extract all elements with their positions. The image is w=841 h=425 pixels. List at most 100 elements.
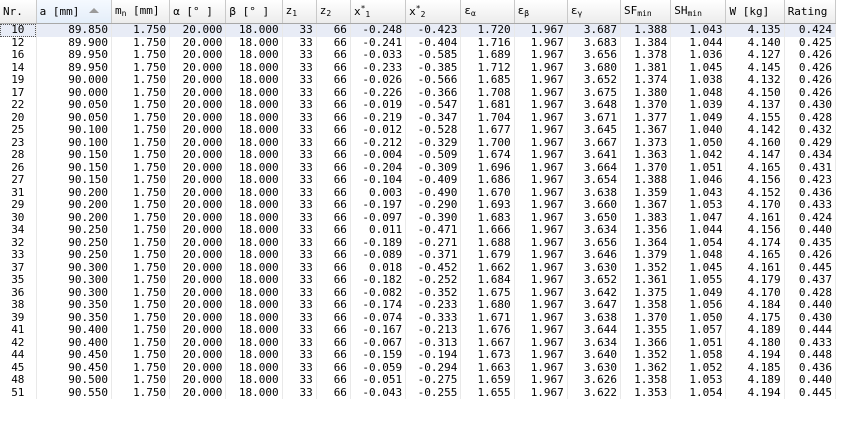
cell-x1: -0.074 [350,311,407,324]
cell-ea: 1.693 [460,199,515,212]
table-row[interactable]: 25 90.100 1.750 20.000 18.000 33 66 -0.012 -0.52… [0,124,837,137]
column-header-mn[interactable]: mn [mm] [111,0,171,24]
table-row[interactable]: 27 90.150 1.750 20.000 18.000 33 66 -0.104 -0.40… [0,174,837,187]
cell-rating: 0.431 [784,161,837,174]
table-row[interactable]: 12 89.900 1.750 20.000 18.000 33 66 -0.241 -0.40… [0,36,837,49]
column-header-z1[interactable]: z1 [282,0,317,24]
cell-z1: 33 [282,361,317,374]
cell-mn: 1.750 [111,361,171,374]
column-header-beta[interactable]: β [° ] [225,0,283,24]
table-row[interactable]: 29 90.200 1.750 20.000 18.000 33 66 -0.197 -0.29… [0,199,837,212]
cell-z1: 33 [282,274,317,287]
table-row[interactable]: 38 90.350 1.750 20.000 18.000 33 66 -0.174 -0.23… [0,299,837,312]
table-row[interactable]: 26 90.150 1.750 20.000 18.000 33 66 -0.204 -0.30… [0,161,837,174]
cell-sfmin: 1.366 [620,336,672,349]
cell-rating: 0.426 [784,86,837,99]
cell-shmin: 1.050 [670,136,727,149]
column-header-sfmin[interactable]: SFmin [620,0,672,24]
column-header-eg[interactable]: εγ [567,0,622,24]
cell-x1: -0.159 [350,349,407,362]
cell-x2: -0.329 [405,136,462,149]
table-row[interactable]: 37 90.300 1.750 20.000 18.000 33 66 0.018 -0.452… [0,261,837,274]
table-row[interactable]: 16 89.950 1.750 20.000 18.000 33 66 -0.033 -0.58… [0,49,837,62]
column-header-nr[interactable]: Nr. [0,0,37,24]
cell-x2: -0.233 [405,299,462,312]
cell-ea: 1.675 [460,286,515,299]
cell-eg: 3.646 [567,249,622,262]
cell-w: 4.184 [725,299,785,312]
cell-alpha: 20.000 [169,61,227,74]
cell-beta: 18.000 [225,299,283,312]
cell-w: 4.156 [725,224,785,237]
cell-nr: 42 [0,336,37,349]
cell-eb: 1.967 [514,174,568,187]
cell-z2: 66 [316,311,351,324]
table-row[interactable]: 20 90.050 1.750 20.000 18.000 33 66 -0.219 -0.34… [0,111,837,124]
column-header-a[interactable]: a [mm] [36,0,112,24]
table-row[interactable]: 42 90.400 1.750 20.000 18.000 33 66 -0.067 -0.31… [0,336,837,349]
cell-mn: 1.750 [111,336,171,349]
cell-eg: 3.664 [567,161,622,174]
table-row[interactable]: 28 90.150 1.750 20.000 18.000 33 66 -0.004 -0.50… [0,149,837,162]
table-row[interactable]: 22 90.050 1.750 20.000 18.000 33 66 -0.019 -0.54… [0,99,837,112]
table-row[interactable]: 14 89.950 1.750 20.000 18.000 33 66 -0.233 -0.38… [0,61,837,74]
cell-x2: -0.213 [405,324,462,337]
table-row[interactable]: 23 90.100 1.750 20.000 18.000 33 66 -0.212 -0.32… [0,136,837,149]
cell-x1: -0.097 [350,211,407,224]
table-row[interactable]: 33 90.250 1.750 20.000 18.000 33 66 -0.089 -0.37… [0,249,837,262]
table-row[interactable]: 19 90.000 1.750 20.000 18.000 33 66 -0.026 -0.56… [0,74,837,87]
cell-x1: -0.051 [350,374,407,387]
column-header-alpha[interactable]: α [° ] [169,0,227,24]
cell-w: 4.165 [725,249,785,262]
table-row[interactable]: 48 90.500 1.750 20.000 18.000 33 66 -0.051 -0.27… [0,374,837,387]
cell-a: 90.050 [36,111,112,124]
table-row[interactable]: 32 90.250 1.750 20.000 18.000 33 66 -0.189 -0.27… [0,236,837,249]
cell-a: 90.250 [36,224,112,237]
column-header-x1[interactable]: x*1 [350,0,407,24]
column-header-z2[interactable]: z2 [316,0,351,24]
cell-sfmin: 1.380 [620,86,672,99]
column-header-x2[interactable]: x*2 [405,0,462,24]
column-header-ea[interactable]: εα [460,0,515,24]
table-row[interactable]: 35 90.300 1.750 20.000 18.000 33 66 -0.182 -0.25… [0,274,837,287]
cell-beta: 18.000 [225,23,283,37]
column-header-eb[interactable]: εβ [514,0,568,24]
column-header-shmin[interactable]: SHmin [670,0,727,24]
table-row[interactable]: 31 90.200 1.750 20.000 18.000 33 66 0.003 -0.490… [0,186,837,199]
cell-eg: 3.647 [567,299,622,312]
cell-rating: 0.436 [784,361,837,374]
cell-alpha: 20.000 [169,261,227,274]
cell-shmin: 1.048 [670,249,727,262]
table-row[interactable]: 10 89.850 1.750 20.000 18.000 33 66 -0.248 -0.42… [0,23,837,37]
cell-sfmin: 1.370 [620,99,672,112]
results-grid[interactable]: Nr. a [mm] mn [mm] α [° ] β [° ] z1 z2 x*1 x*2 εα… [0,0,841,425]
cell-sfmin: 1.367 [620,199,672,212]
cell-x2: -0.313 [405,336,462,349]
cell-shmin: 1.036 [670,49,727,62]
table-row[interactable]: 36 90.300 1.750 20.000 18.000 33 66 -0.082 -0.35… [0,286,837,299]
cell-mn: 1.750 [111,374,171,387]
table-row[interactable]: 45 90.450 1.750 20.000 18.000 33 66 -0.059 -0.29… [0,361,837,374]
cell-mn: 1.750 [111,161,171,174]
table-row[interactable]: 17 90.000 1.750 20.000 18.000 33 66 -0.226 -0.36… [0,86,837,99]
cell-sfmin: 1.353 [620,386,672,399]
cell-shmin: 1.058 [670,349,727,362]
cell-mn: 1.750 [111,99,171,112]
table-row[interactable]: 30 90.200 1.750 20.000 18.000 33 66 -0.097 -0.39… [0,211,837,224]
table-row[interactable]: 39 90.350 1.750 20.000 18.000 33 66 -0.074 -0.33… [0,311,837,324]
column-header-rating[interactable]: Rating [784,0,837,24]
table-row[interactable]: 41 90.400 1.750 20.000 18.000 33 66 -0.167 -0.21… [0,324,837,337]
cell-nr: 26 [0,161,37,174]
table-row[interactable]: 44 90.450 1.750 20.000 18.000 33 66 -0.159 -0.19… [0,349,837,362]
cell-eb: 1.967 [514,186,568,199]
cell-w: 4.135 [725,23,785,37]
cell-eb: 1.967 [514,374,568,387]
cell-w: 4.127 [725,49,785,62]
table-row[interactable]: 34 90.250 1.750 20.000 18.000 33 66 0.011 -0.471… [0,224,837,237]
cell-z2: 66 [316,174,351,187]
cell-alpha: 20.000 [169,124,227,137]
column-header-w[interactable]: W [kg] [725,0,785,24]
cell-ea: 1.696 [460,161,515,174]
cell-z1: 33 [282,261,317,274]
table-row[interactable]: 51 90.550 1.750 20.000 18.000 33 66 -0.043 -0.25… [0,386,837,399]
